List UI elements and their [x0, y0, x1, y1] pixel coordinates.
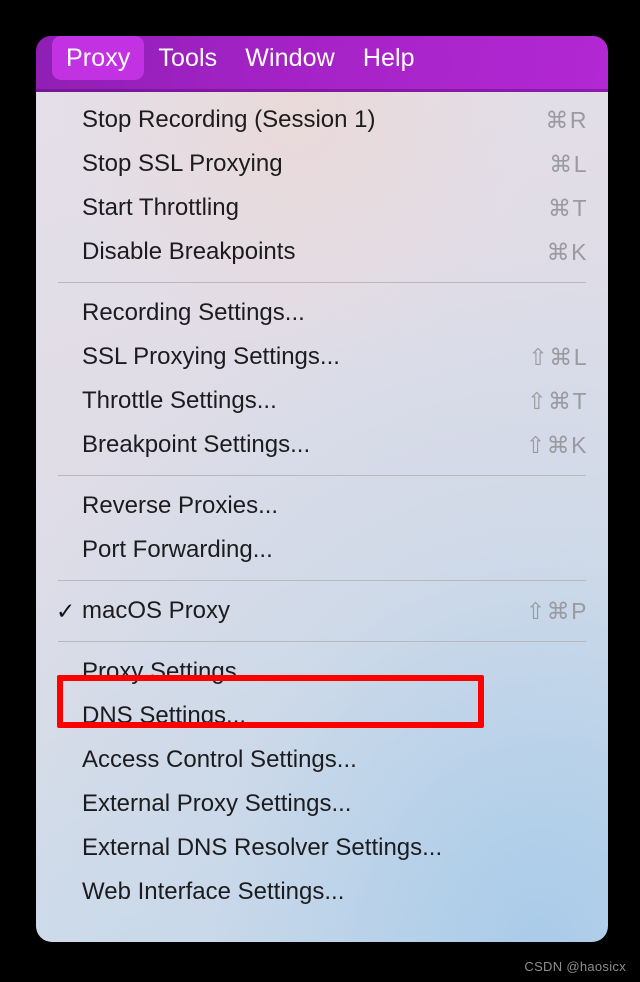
- menubar-item-proxy[interactable]: Proxy: [52, 36, 145, 80]
- checkmark-icon: ✓: [56, 597, 76, 624]
- menu-separator: [58, 580, 586, 581]
- menu-item-label: Reverse Proxies...: [82, 492, 279, 519]
- menu-item-disable-breakpoints[interactable]: Disable Breakpoints ⌘K: [36, 230, 608, 274]
- menu-item-access-control-settings[interactable]: Access Control Settings...: [36, 738, 608, 782]
- menu-item-shortcut: ⌘L: [549, 150, 588, 177]
- menu-item-label: Proxy Settings...: [82, 658, 257, 685]
- menu-item-label: Breakpoint Settings...: [82, 431, 311, 458]
- menu-item-reverse-proxies[interactable]: Reverse Proxies...: [36, 484, 608, 528]
- menu-item-label: Access Control Settings...: [82, 746, 357, 773]
- menu-separator: [58, 475, 586, 476]
- menu-item-label: Throttle Settings...: [82, 387, 277, 414]
- menu-separator: [58, 641, 586, 642]
- menu-item-label: Disable Breakpoints: [82, 238, 296, 265]
- menu-item-start-throttling[interactable]: Start Throttling ⌘T: [36, 186, 608, 230]
- menu-item-label: DNS Settings...: [82, 702, 247, 729]
- menu-item-web-interface-settings[interactable]: Web Interface Settings...: [36, 870, 608, 914]
- menu-item-shortcut: ⇧⌘T: [527, 387, 588, 414]
- menu-item-label: Stop SSL Proxying: [82, 150, 283, 177]
- menu-item-label: Recording Settings...: [82, 299, 305, 326]
- watermark-text: CSDN @haosicx: [524, 959, 626, 974]
- menu-item-shortcut: ⌘K: [546, 238, 588, 265]
- menu-item-shortcut: ⇧⌘K: [525, 431, 588, 458]
- menu-item-shortcut: ⌘R: [545, 106, 588, 133]
- menubar-item-window[interactable]: Window: [231, 36, 349, 80]
- menu-bar: Proxy Tools Window Help: [36, 36, 608, 92]
- menu-item-shortcut: ⌘T: [547, 194, 588, 221]
- menu-item-label: Web Interface Settings...: [82, 878, 345, 905]
- menu-item-label: macOS Proxy: [82, 597, 231, 624]
- menu-item-macos-proxy[interactable]: ✓ macOS Proxy ⇧⌘P: [36, 589, 608, 633]
- menubar-item-tools[interactable]: Tools: [144, 36, 231, 80]
- menu-item-label: SSL Proxying Settings...: [82, 343, 340, 370]
- menu-item-proxy-settings[interactable]: Proxy Settings...: [36, 650, 608, 694]
- menu-item-stop-ssl-proxying[interactable]: Stop SSL Proxying ⌘L: [36, 142, 608, 186]
- menu-item-port-forwarding[interactable]: Port Forwarding...: [36, 528, 608, 572]
- menu-item-label: Port Forwarding...: [82, 536, 273, 563]
- menu-item-throttle-settings[interactable]: Throttle Settings... ⇧⌘T: [36, 379, 608, 423]
- menu-item-stop-recording-session-1[interactable]: Stop Recording (Session 1) ⌘R: [36, 98, 608, 142]
- menu-separator: [58, 282, 586, 283]
- menu-item-breakpoint-settings[interactable]: Breakpoint Settings... ⇧⌘K: [36, 423, 608, 467]
- menu-item-external-dns-resolver-settings[interactable]: External DNS Resolver Settings...: [36, 826, 608, 870]
- menu-item-dns-settings[interactable]: DNS Settings...: [36, 694, 608, 738]
- menu-item-recording-settings[interactable]: Recording Settings...: [36, 291, 608, 335]
- menu-item-label: External Proxy Settings...: [82, 790, 352, 817]
- menu-item-label: External DNS Resolver Settings...: [82, 834, 443, 861]
- screenshot-root: Proxy Tools Window Help Stop Recording (Ses…: [0, 0, 640, 982]
- menu-item-list: Stop Recording (Session 1) ⌘R Stop SSL Pro…: [36, 88, 608, 914]
- proxy-menu-dropdown: Stop Recording (Session 1) ⌘R Stop SSL Pro…: [36, 88, 608, 942]
- menubar-item-help[interactable]: Help: [349, 36, 429, 80]
- menu-item-shortcut: ⇧⌘L: [528, 343, 588, 370]
- menu-item-ssl-proxying-settings[interactable]: SSL Proxying Settings... ⇧⌘L: [36, 335, 608, 379]
- menu-item-label: Start Throttling: [82, 194, 239, 221]
- menu-item-shortcut: ⇧⌘P: [525, 597, 588, 624]
- menu-item-external-proxy-settings[interactable]: External Proxy Settings...: [36, 782, 608, 826]
- menu-item-label: Stop Recording (Session 1): [82, 106, 376, 133]
